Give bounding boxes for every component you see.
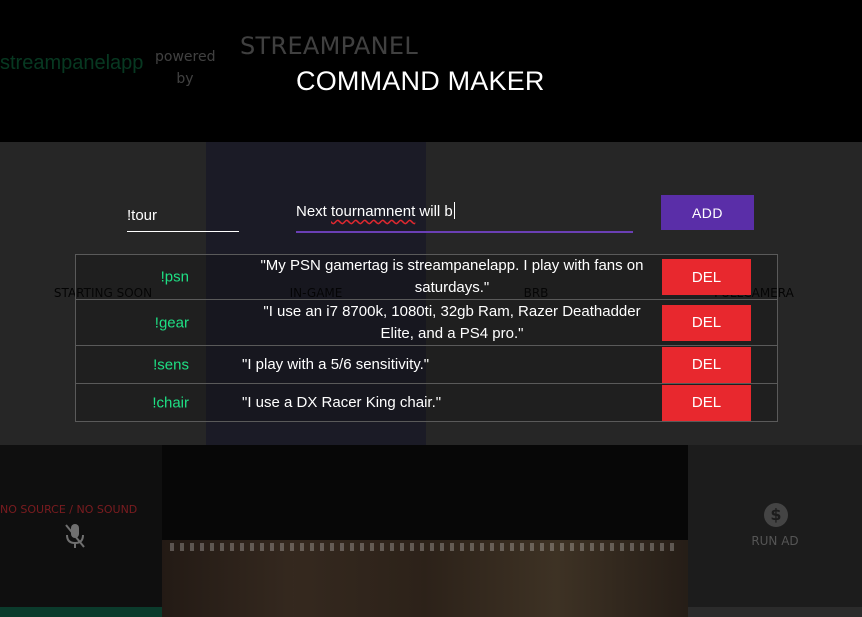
delete-command-button[interactable]: DEL: [662, 259, 751, 295]
command-name: !sens: [153, 356, 189, 373]
command-row: !gear "I use an i7 8700k, 1080ti, 32gb R…: [75, 300, 778, 346]
command-row: !sens "I play with a 5/6 sensitivity." D…: [75, 346, 778, 384]
command-response: "I use a DX Racer King chair.": [242, 393, 442, 411]
response-input-value: Next tournamnent will b: [296, 202, 455, 220]
audio-level-bar: [0, 607, 162, 617]
app-name: STREAMPANEL: [240, 32, 419, 60]
modal-title: COMMAND MAKER: [296, 66, 545, 96]
dollar-icon[interactable]: $: [764, 503, 788, 527]
delete-command-button[interactable]: DEL: [662, 304, 751, 341]
command-name: !gear: [154, 314, 189, 331]
delete-command-button[interactable]: DEL: [662, 346, 751, 383]
audio-alert: NO SOURCE / NO SOUND: [0, 503, 138, 516]
command-row: !psn "My PSN gamertag is streampanelapp.…: [75, 254, 778, 300]
command-response: "My PSN gamertag is streampanelapp. I pl…: [260, 257, 644, 296]
command-name: !chair: [152, 394, 189, 411]
command-list: !psn "My PSN gamertag is streampanelapp.…: [75, 254, 778, 422]
command-response: "I play with a 5/6 sensitivity.": [242, 355, 430, 373]
brand-logo: streampanelapp: [0, 52, 144, 74]
command-name-input[interactable]: [127, 196, 239, 232]
command-response: "I use an i7 8700k, 1080ti, 32gb Ram, Ra…: [263, 302, 641, 342]
response-text-end: will b: [415, 203, 453, 220]
stream-preview: [162, 445, 688, 617]
game-footage: [162, 540, 688, 617]
ad-panel-strip: [688, 607, 862, 617]
add-command-button[interactable]: ADD: [661, 195, 754, 230]
response-text-misspelled: tournamnent: [331, 203, 416, 220]
command-row: !chair "I use a DX Racer King chair." DE…: [75, 384, 778, 422]
delete-command-button[interactable]: DEL: [662, 384, 751, 421]
run-ad-button[interactable]: RUN AD: [688, 534, 862, 548]
powered-by-label: powered by: [155, 49, 216, 87]
text-caret: [453, 202, 455, 219]
command-name: !psn: [160, 268, 189, 286]
ad-panel: $ RUN AD: [688, 445, 862, 617]
game-hud: [170, 543, 680, 551]
audio-panel: NO SOURCE / NO SOUND: [0, 445, 162, 617]
response-text-start: Next: [296, 203, 332, 220]
mic-muted-icon[interactable]: [64, 523, 86, 549]
